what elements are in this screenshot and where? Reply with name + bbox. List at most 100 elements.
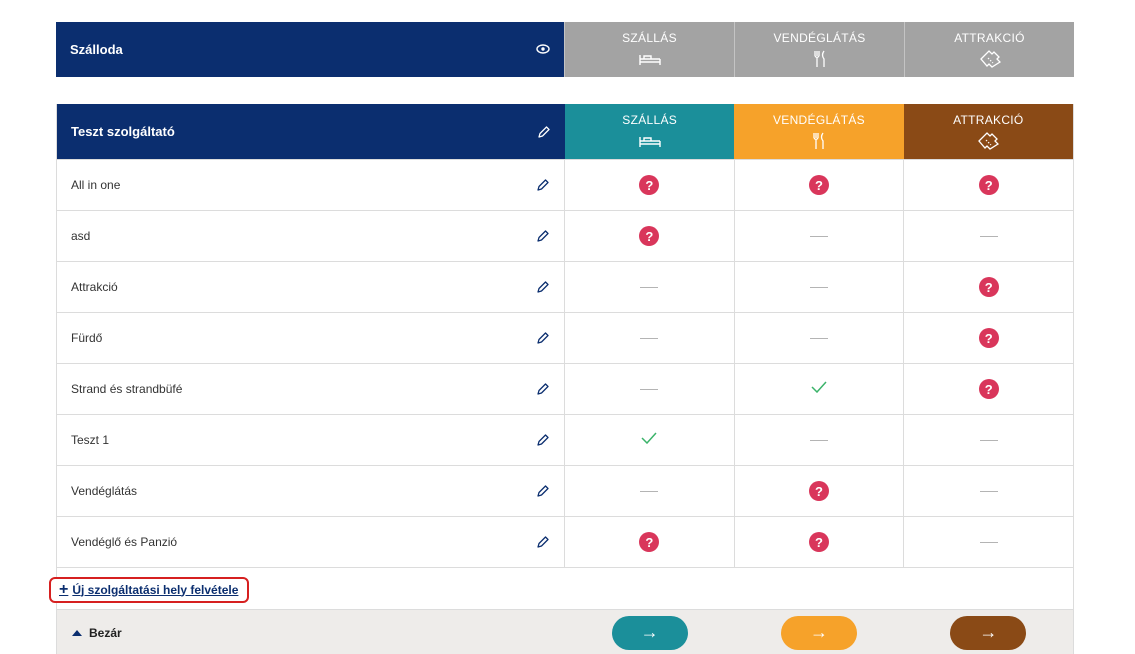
service-location-name: Vendéglő és Panzió: [71, 535, 178, 549]
summary-category-attrakcio: ATTRAKCIÓ: [904, 22, 1074, 77]
question-icon[interactable]: ?: [978, 379, 999, 399]
service-matrix: Szálloda SZÁLLÁS VENDÉGLÁTÁS ATTRAKCIÓ T…: [49, 22, 1074, 654]
row-label-cell: Vendéglő és Panzió: [57, 517, 565, 567]
status-cell-szallas[interactable]: ?: [565, 211, 735, 261]
provider-table: Teszt szolgáltató SZÁLLÁS VENDÉGLÁTÁS AT…: [49, 104, 1074, 654]
edit-pencil-icon[interactable]: [536, 280, 550, 294]
dash-icon: [810, 286, 828, 288]
service-location-name: Attrakció: [71, 280, 118, 294]
row-label-cell: Attrakció: [57, 262, 565, 312]
provider-title: Teszt szolgáltató: [71, 124, 175, 139]
caret-up-icon: [72, 629, 82, 636]
summary-category-szallas: SZÁLLÁS: [564, 22, 734, 77]
question-icon[interactable]: ?: [978, 328, 999, 348]
status-cell-attrakcio[interactable]: ?: [904, 160, 1073, 210]
status-cell-szallas[interactable]: [565, 415, 735, 465]
category-label: SZÁLLÁS: [622, 112, 678, 127]
dash-icon: [810, 235, 828, 237]
status-cell-vendeglatas[interactable]: ?: [735, 160, 905, 210]
category-label: SZÁLLÁS: [622, 30, 677, 45]
row-label-cell: Vendéglátás: [57, 466, 565, 516]
header-category-vendeglatas: VENDÉGLÁTÁS: [734, 104, 904, 159]
add-service-location-link[interactable]: + Új szolgáltatási hely felvétele: [49, 576, 250, 603]
dash-icon: [640, 490, 659, 492]
row-label-cell: Teszt 1: [57, 415, 565, 465]
bed-icon: [638, 49, 662, 69]
status-cell-szallas[interactable]: ?: [565, 517, 735, 567]
service-location-name: Fürdő: [71, 331, 103, 345]
row-label-cell: Fürdő: [57, 313, 565, 363]
service-location-name: asd: [71, 229, 91, 243]
status-cell-vendeglatas: [735, 313, 905, 363]
edit-pencil-icon[interactable]: [536, 433, 550, 447]
table-header: Teszt szolgáltató SZÁLLÁS VENDÉGLÁTÁS AT…: [57, 104, 1073, 159]
status-cell-vendeglatas: [735, 211, 905, 261]
dash-icon: [810, 337, 828, 339]
close-label: Bezár: [89, 625, 122, 640]
add-row: + Új szolgáltatási hely felvétele: [49, 567, 1073, 609]
status-cell-szallas[interactable]: ?: [565, 160, 735, 210]
row-label-cell: asd: [57, 211, 565, 261]
close-button[interactable]: Bezár: [57, 626, 565, 640]
eye-icon[interactable]: [536, 42, 550, 57]
fork-knife-icon: [811, 131, 827, 151]
arrow-right-icon: →: [809, 622, 828, 642]
edit-pencil-icon[interactable]: [536, 535, 550, 549]
summary-bar: Szálloda SZÁLLÁS VENDÉGLÁTÁS ATTRAKCIÓ: [56, 22, 1074, 77]
status-cell-vendeglatas: [735, 415, 905, 465]
summary-title: Szálloda: [70, 42, 123, 57]
dash-icon: [640, 388, 659, 390]
ticket-icon: [977, 131, 1000, 151]
table-row: Vendéglő és Panzió??: [57, 516, 1073, 567]
question-icon[interactable]: ?: [978, 277, 999, 297]
question-icon[interactable]: ?: [639, 175, 660, 195]
edit-pencil-icon[interactable]: [536, 331, 550, 345]
dash-icon: [979, 439, 998, 441]
edit-pencil-icon[interactable]: [537, 125, 551, 139]
vendeglatas-arrow-button[interactable]: →: [780, 615, 857, 650]
question-icon[interactable]: ?: [639, 532, 660, 552]
service-location-name: Strand és strandbüfé: [71, 382, 183, 396]
summary-header: Szálloda: [56, 22, 564, 77]
question-icon[interactable]: ?: [639, 226, 660, 246]
add-link-label: Új szolgáltatási hely felvétele: [72, 582, 239, 597]
question-icon[interactable]: ?: [809, 532, 829, 552]
edit-pencil-icon[interactable]: [536, 229, 550, 243]
row-label-cell: Strand és strandbüfé: [57, 364, 565, 414]
status-cell-vendeglatas[interactable]: ?: [735, 517, 905, 567]
service-location-name: All in one: [71, 178, 121, 192]
question-icon[interactable]: ?: [809, 481, 829, 501]
table-row: All in one???: [57, 159, 1073, 210]
status-cell-szallas: [565, 262, 735, 312]
arrow-right-icon: →: [979, 622, 998, 642]
service-location-name: Vendéglátás: [71, 484, 138, 498]
check-icon: [641, 431, 657, 449]
status-cell-vendeglatas[interactable]: [735, 364, 905, 414]
status-cell-vendeglatas[interactable]: ?: [735, 466, 905, 516]
szallas-arrow-button[interactable]: →: [611, 615, 688, 650]
status-cell-attrakcio[interactable]: ?: [904, 313, 1073, 363]
row-label-cell: All in one: [57, 160, 565, 210]
dash-icon: [640, 286, 659, 288]
table-row: Vendéglátás?: [57, 465, 1073, 516]
dash-icon: [979, 490, 998, 492]
table-row: Attrakció?: [57, 261, 1073, 312]
attrakcio-arrow-button[interactable]: →: [950, 615, 1027, 650]
category-label: VENDÉGLÁTÁS: [772, 112, 865, 127]
status-cell-attrakcio: [904, 211, 1073, 261]
question-icon[interactable]: ?: [809, 175, 829, 195]
status-cell-attrakcio[interactable]: ?: [904, 364, 1073, 414]
edit-pencil-icon[interactable]: [536, 178, 550, 192]
question-icon[interactable]: ?: [978, 175, 999, 195]
table-body: All in one??? asd? Attrakció? Fürdő? Strand …: [57, 159, 1073, 567]
edit-pencil-icon[interactable]: [536, 382, 550, 396]
status-cell-attrakcio[interactable]: ?: [904, 262, 1073, 312]
table-row: Teszt 1: [57, 414, 1073, 465]
status-cell-vendeglatas: [735, 262, 905, 312]
status-cell-szallas: [565, 313, 735, 363]
service-location-name: Teszt 1: [71, 433, 110, 447]
status-cell-attrakcio: [904, 517, 1073, 567]
bed-icon: [638, 131, 662, 151]
plus-icon: +: [59, 580, 69, 598]
edit-pencil-icon[interactable]: [536, 484, 550, 498]
